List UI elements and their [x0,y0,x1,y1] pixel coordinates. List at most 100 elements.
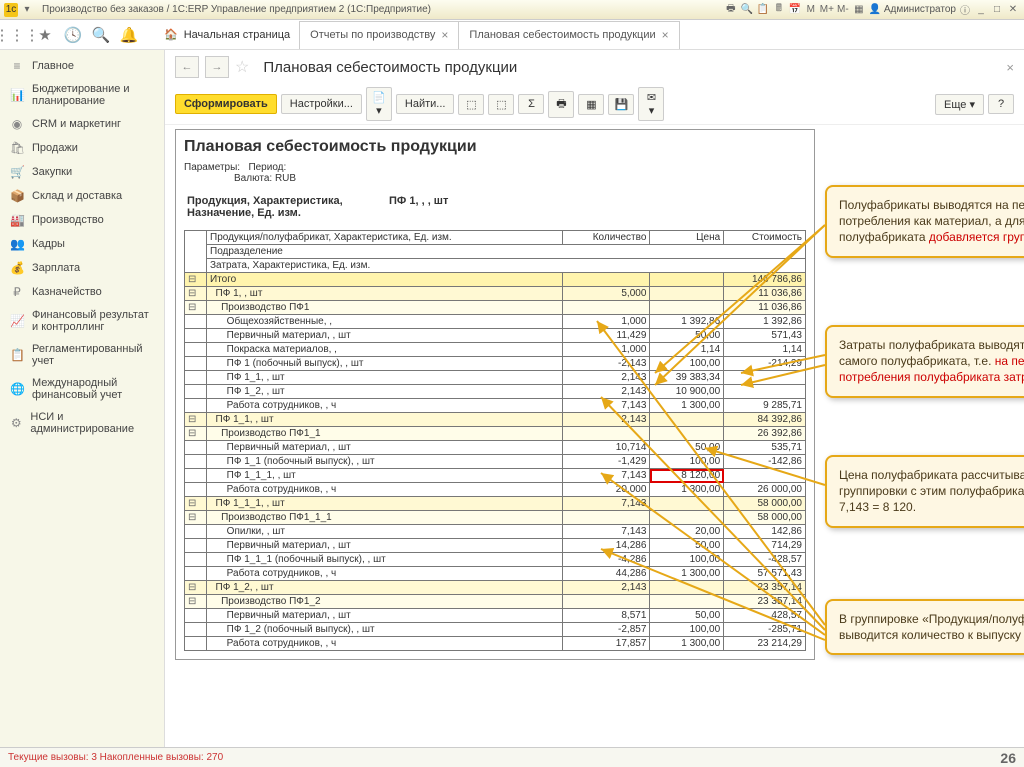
sidebar-item[interactable]: ≡Главное [0,54,164,78]
search-icon[interactable]: 🔍 [88,22,114,48]
clipboard-icon[interactable]: 📋 [756,3,770,17]
table-row[interactable]: ⊟ ПФ 1_1, , шт2,14384 392,86 [185,413,806,427]
callout-3: Цена полуфабриката рассчитывается из стр… [825,455,1024,528]
sidebar-item-label: Зарплата [32,262,80,274]
product-header-right: ПФ 1, , , шт [388,194,804,220]
table-row[interactable]: ⊟ Производство ПФ1_223 357,14 [185,595,806,609]
m-minus-icon[interactable]: M- [836,3,850,17]
table-row[interactable]: Первичный материал, , шт8,57150,00428,57 [185,609,806,623]
m-plus-icon[interactable]: M+ [820,3,834,17]
sidebar-icon: 🏭 [10,213,24,227]
collapse-button[interactable]: ⬚ [488,94,514,115]
tab-home-label: Начальная страница [184,29,290,41]
table-row[interactable]: Опилки, , шт7,14320,00142,86 [185,525,806,539]
status-calls: Текущие вызовы: 3 Накопленные вызовы: 27… [8,752,223,763]
minimize-icon[interactable]: _ [974,3,988,17]
export-button[interactable]: 📄▾ [366,87,392,121]
more-button[interactable]: Еще ▾ [935,94,984,115]
table-row[interactable]: Первичный материал, , шт10,71450,00535,7… [185,441,806,455]
table-row[interactable]: Первичный материал, , шт14,28650,00714,2… [185,539,806,553]
calc-icon[interactable]: 🖩 [772,3,786,17]
table-row[interactable]: ПФ 1_1, , шт2,14339 383,34 [185,371,806,385]
table-row[interactable]: Общехозяйственные, ,1,0001 392,861 392,8… [185,315,806,329]
table-row[interactable]: ПФ 1_1_1, , шт7,1438 120,00 [185,469,806,483]
sidebar-icon: 📋 [10,348,24,362]
sidebar-icon: 📊 [10,88,24,102]
info-icon[interactable]: ⓘ [958,3,972,17]
m-icon[interactable]: M [804,3,818,17]
sidebar-item[interactable]: 🏭Производство [0,208,164,232]
mail-button[interactable]: ✉▾ [638,87,664,121]
star-icon[interactable]: ★ [32,22,58,48]
sidebar-item[interactable]: 🛒Закупки [0,160,164,184]
calendar-icon[interactable]: 📅 [788,3,802,17]
close-icon[interactable]: × [441,28,448,42]
table-row[interactable]: ПФ 1_2 (побочный выпуск), , шт-2,857100,… [185,623,806,637]
report-title: Плановая себестоимость продукции [184,138,806,156]
table-row[interactable]: Покраска материалов, ,1,0001,141,14 [185,343,806,357]
print-icon[interactable]: 🖶 [724,3,738,17]
table-row[interactable]: ПФ 1_2, , шт2,14310 900,00 [185,385,806,399]
sidebar-item[interactable]: 👥Кадры [0,232,164,256]
sidebar-item-label: CRM и маркетинг [32,118,121,130]
sidebar-item-label: Регламентированный учет [32,343,154,367]
table-row[interactable]: Первичный материал, , шт11,42950,00571,4… [185,329,806,343]
table-row[interactable]: ⊟Итого146 786,86 [185,273,806,287]
forward-button[interactable]: → [205,56,229,78]
table-row[interactable]: ПФ 1_1 (побочный выпуск), , шт-1,429100,… [185,455,806,469]
table-row[interactable]: Работа сотрудников, , ч17,8571 300,0023 … [185,637,806,651]
apps-icon[interactable]: ⋮⋮⋮ [4,22,30,48]
col-qty: Количество [563,231,650,245]
tab-reports[interactable]: Отчеты по производству × [299,21,459,49]
sidebar-item[interactable]: 📦Склад и доставка [0,184,164,208]
grid-icon[interactable]: ▦ [852,3,866,17]
bell-icon[interactable]: 🔔 [116,22,142,48]
user-icon[interactable]: 👤 [868,3,882,17]
table-row[interactable]: ПФ 1_1_1 (побочный выпуск), , шт-4,28610… [185,553,806,567]
settings-button[interactable]: Настройки... [281,94,362,114]
table-row[interactable]: ⊟ Производство ПФ1_1_158 000,00 [185,511,806,525]
tab-reports-label: Отчеты по производству [310,29,435,41]
table-row[interactable]: ⊟ Производство ПФ1_126 392,86 [185,427,806,441]
preview-icon[interactable]: 🔍 [740,3,754,17]
table-row[interactable]: Работа сотрудников, , ч7,1431 300,009 28… [185,399,806,413]
maximize-icon[interactable]: □ [990,3,1004,17]
expand-button[interactable]: ⬚ [458,94,484,115]
report: Плановая себестоимость продукции Парамет… [175,129,815,660]
table-row[interactable]: Работа сотрудников, , ч20,0001 300,0026 … [185,483,806,497]
help-button[interactable]: ? [988,94,1014,114]
sidebar-item[interactable]: 📈Финансовый результат и контроллинг [0,304,164,338]
sidebar-item[interactable]: 📋 Регламентированный учет [0,338,164,372]
tab-home[interactable]: 🏠 Начальная страница [154,21,300,49]
find-button[interactable]: Найти... [396,94,455,114]
dropdown-icon[interactable]: ▾ [20,3,34,17]
sidebar-item-label: Закупки [32,166,72,178]
back-button[interactable]: ← [175,56,199,78]
sidebar-item-label: Международный финансовый учет [32,377,154,401]
print-button[interactable]: 🖶 [548,91,574,118]
sidebar-item[interactable]: 🛍Продажи [0,136,164,160]
sum-button[interactable]: Σ [518,94,544,114]
save-button[interactable]: 💾 [608,94,634,115]
close-icon[interactable]: × [662,28,669,42]
window-title: Производство без заказов / 1С:ERP Управл… [42,4,431,15]
sidebar-item[interactable]: ₽Казначейство [0,280,164,304]
history-icon[interactable]: 🕓 [60,22,86,48]
sidebar-item[interactable]: 📊Бюджетирование и планирование [0,78,164,112]
close-icon[interactable]: × [1006,60,1014,75]
table-row[interactable]: Работа сотрудников, , ч44,2861 300,0057 … [185,567,806,581]
tab-cost[interactable]: Плановая себестоимость продукции × [458,21,679,49]
table-row[interactable]: ⊟ ПФ 1, , шт5,00011 036,86 [185,287,806,301]
favorite-icon[interactable]: ☆ [235,57,249,77]
sidebar-item[interactable]: ◉CRM и маркетинг [0,112,164,136]
form-button[interactable]: Сформировать [175,94,277,114]
close-icon[interactable]: ✕ [1006,3,1020,17]
sidebar-item[interactable]: 🌐Международный финансовый учет [0,372,164,406]
table-row[interactable]: ⊟ ПФ 1_2, , шт2,14323 357,14 [185,581,806,595]
table-button[interactable]: ▦ [578,94,604,115]
table-row[interactable]: ⊟ ПФ 1_1_1, , шт7,14358 000,00 [185,497,806,511]
table-row[interactable]: ПФ 1 (побочный выпуск), , шт-2,143100,00… [185,357,806,371]
sidebar-item[interactable]: ⚙НСИ и администрирование [0,406,164,440]
table-row[interactable]: ⊟ Производство ПФ111 036,86 [185,301,806,315]
sidebar-item[interactable]: 💰Зарплата [0,256,164,280]
